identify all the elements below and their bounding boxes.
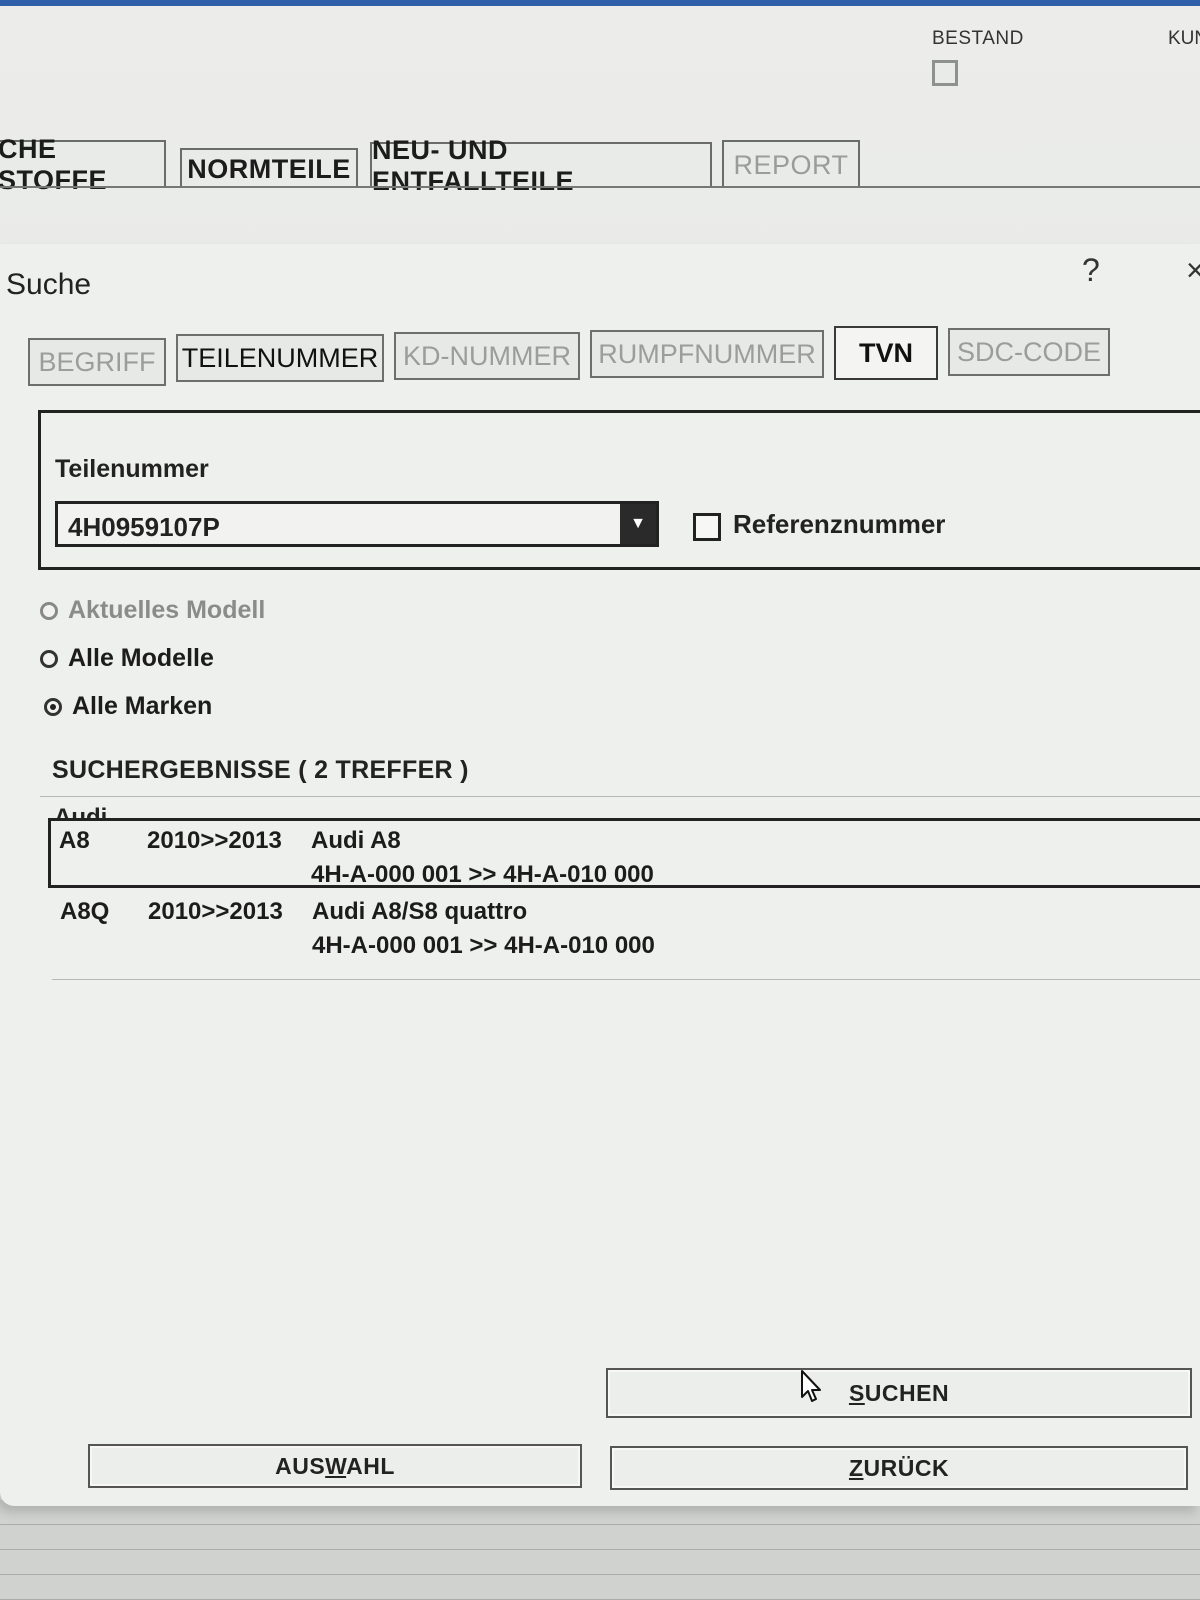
main-tab-divider	[0, 186, 1200, 188]
scope-option-alle-marken[interactable]: Alle Marken	[44, 692, 212, 721]
scope-label: Alle Marken	[72, 692, 213, 720]
radio-circle-icon[interactable]	[40, 649, 58, 668]
result-range: 4H-A-000 001 >> 4H-A-010 000	[312, 932, 655, 959]
result-years: 2010>>2013	[147, 827, 282, 854]
teilenummer-combobox[interactable]: 4H0959107P ▼	[55, 501, 659, 547]
mouse-pointer-icon	[801, 1370, 821, 1402]
tab-begriff[interactable]: BEGRIFF	[28, 338, 166, 386]
result-row[interactable]: A8 2010>>2013 Audi A8 4H-A-000 001 >> 4H…	[48, 818, 1200, 888]
tab-sdc-code[interactable]: SDC-CODE	[948, 328, 1110, 376]
suchen-button[interactable]: SUCHEN	[606, 1368, 1192, 1418]
teilenummer-label: Teilenummer	[55, 455, 209, 483]
bestand-checkbox[interactable]	[932, 60, 958, 86]
referenznummer-checkbox[interactable]	[693, 513, 721, 541]
chevron-down-icon[interactable]: ▼	[620, 504, 656, 544]
result-years: 2010>>2013	[148, 898, 283, 925]
tab-neu-und-entfallteile[interactable]: NEU- UND ENTFALLTEILE	[370, 135, 712, 196]
referenznummer-label: Referenznummer	[733, 509, 946, 539]
results-divider	[40, 796, 1200, 797]
dialog-title: Suche	[6, 268, 92, 301]
result-name: Audi A8/S8 quattro	[312, 898, 528, 925]
tab-report[interactable]: REPORT	[722, 140, 860, 188]
tab-tvn[interactable]: TVN	[834, 326, 938, 380]
radio-checked-icon[interactable]	[44, 697, 62, 716]
radio-circle-icon[interactable]	[40, 601, 58, 620]
result-model: A8Q	[60, 898, 110, 925]
zurueck-label: ZURÜCK	[848, 1454, 950, 1481]
auswahl-label: AUSWAHL	[275, 1452, 395, 1479]
close-icon[interactable]: ×	[1186, 252, 1200, 289]
suchen-label: SUCHEN	[848, 1379, 950, 1406]
auswahl-button[interactable]: AUSWAHL	[88, 1444, 582, 1488]
scope-label: Alle Modelle	[68, 644, 214, 672]
bestand-label: BESTAND	[932, 28, 1024, 49]
zurueck-button[interactable]: ZURÜCK	[610, 1446, 1188, 1490]
result-row[interactable]: A8Q 2010>>2013 Audi A8/S8 quattro 4H-A-0…	[52, 892, 1200, 962]
search-criteria-panel: Teilenummer 4H0959107P ▼ Referenznummer	[38, 410, 1200, 570]
teilenummer-value[interactable]: 4H0959107P	[68, 512, 220, 543]
results-title: SUCHERGEBNISSE ( 2 TREFFER )	[52, 756, 469, 784]
result-model: A8	[59, 827, 90, 854]
result-name: Audi A8	[311, 827, 401, 854]
result-range: 4H-A-000 001 >> 4H-A-010 000	[311, 861, 654, 888]
kun-label: KUN	[1168, 28, 1200, 49]
help-icon[interactable]: ?	[1082, 252, 1100, 289]
scope-option-aktuelles-modell[interactable]: Aktuelles Modell	[40, 596, 265, 625]
main-tab-bar: CHE STOFFE NORMTEILE NEU- UND ENTFALLTEI…	[0, 134, 1200, 196]
tab-stoffe[interactable]: CHE STOFFE	[0, 134, 166, 195]
scope-label: Aktuelles Modell	[68, 596, 266, 624]
tab-normteile[interactable]: NORMTEILE	[180, 148, 358, 188]
scope-option-alle-modelle[interactable]: Alle Modelle	[40, 644, 214, 673]
results-bottom-divider	[52, 979, 1200, 980]
search-type-tabs: BEGRIFF TEILENUMMER KD-NUMMER RUMPFNUMME…	[28, 326, 1200, 386]
search-dialog: Suche ? × BEGRIFF TEILENUMMER KD-NUMMER …	[0, 244, 1200, 1506]
tab-kd-nummer[interactable]: KD-NUMMER	[394, 332, 580, 380]
tab-rumpfnummer[interactable]: RUMPFNUMMER	[590, 330, 824, 378]
background-bottom-stripes	[0, 1500, 1200, 1600]
tab-teilenummer[interactable]: TEILENUMMER	[176, 334, 384, 382]
